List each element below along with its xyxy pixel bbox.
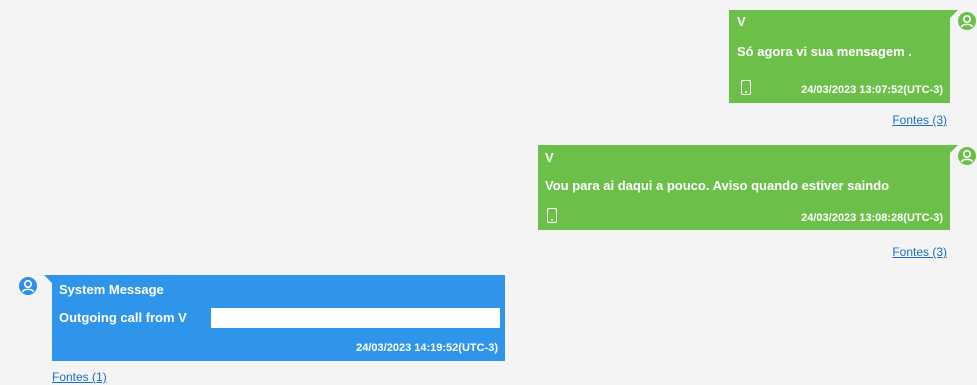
user-avatar-icon bbox=[958, 12, 976, 30]
sources-link[interactable]: Fontes (3) bbox=[892, 245, 947, 259]
message-bubble[interactable]: V Vou para ai daqui a pouco. Aviso quand… bbox=[538, 145, 950, 230]
sources-link[interactable]: Fontes (3) bbox=[892, 113, 947, 127]
user-avatar-icon bbox=[958, 147, 976, 165]
message-text: Vou para ai daqui a pouco. Aviso quando … bbox=[545, 178, 890, 193]
message-timestamp: 24/03/2023 13:08:28(UTC-3) bbox=[801, 212, 943, 224]
system-message-bubble[interactable]: System Message Outgoing call from V 24/0… bbox=[52, 275, 505, 361]
redacted-block bbox=[211, 308, 500, 328]
user-avatar-icon bbox=[19, 277, 37, 295]
message-bubble[interactable]: V Só agora vi sua mensagem . 24/03/2023 … bbox=[729, 10, 950, 103]
phone-icon bbox=[547, 208, 557, 223]
sender-name: V bbox=[545, 150, 554, 165]
sender-name: System Message bbox=[59, 282, 164, 297]
bubble-tail bbox=[950, 145, 958, 153]
sender-name: V bbox=[737, 14, 746, 29]
phone-icon bbox=[741, 80, 751, 95]
message-text: Outgoing call from V bbox=[59, 310, 187, 325]
message-text: Só agora vi sua mensagem . bbox=[737, 44, 912, 59]
bubble-tail bbox=[950, 10, 958, 18]
sources-link[interactable]: Fontes (1) bbox=[52, 370, 107, 384]
message-timestamp: 24/03/2023 14:19:52(UTC-3) bbox=[356, 342, 498, 354]
bubble-tail bbox=[44, 275, 52, 283]
message-timestamp: 24/03/2023 13:07:52(UTC-3) bbox=[801, 84, 943, 96]
